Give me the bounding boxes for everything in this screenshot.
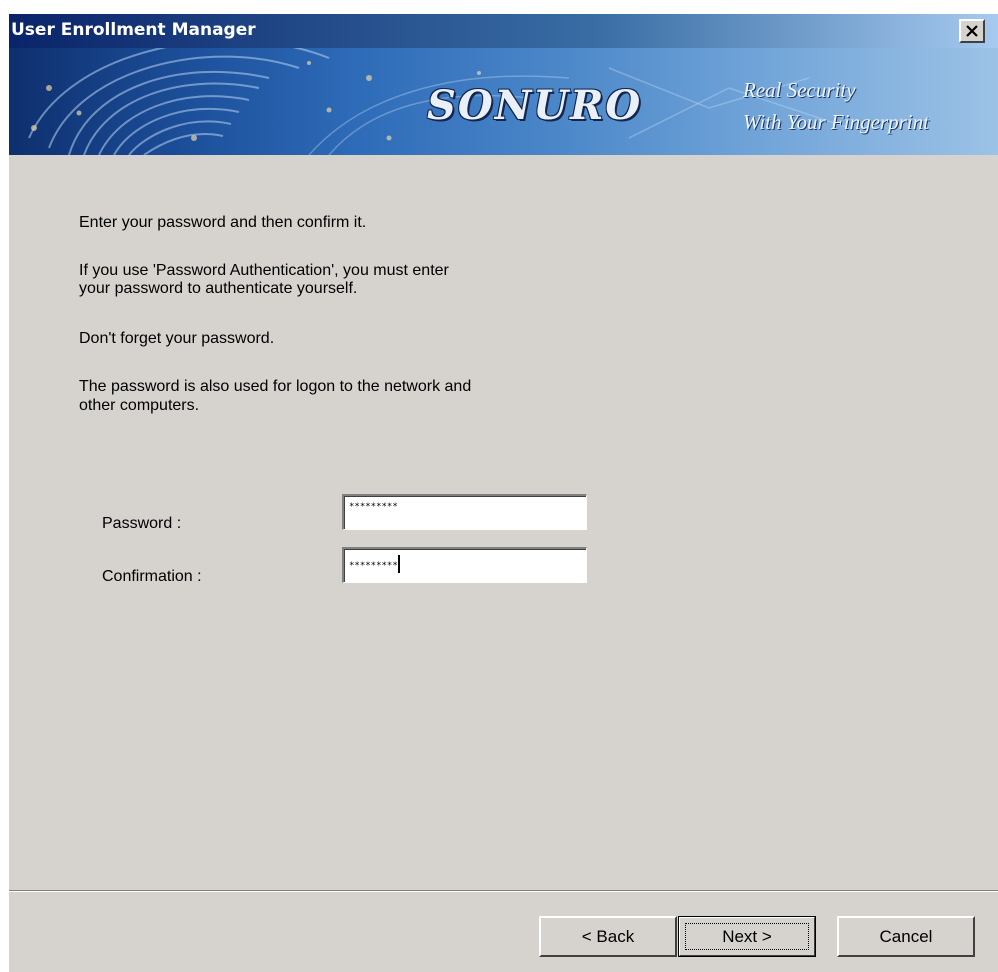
close-button[interactable] <box>959 19 985 43</box>
confirmation-label: Confirmation : <box>102 568 202 585</box>
instruction-enter-password: Enter your password and then confirm it. <box>79 214 367 231</box>
next-button[interactable]: Next > <box>678 916 816 957</box>
slogan-line-1: Real Security <box>743 78 856 102</box>
title-bar[interactable]: User Enrollment Manager <box>9 14 998 48</box>
text-caret <box>397 555 400 573</box>
slogan-line-2: With Your Fingerprint <box>743 110 929 134</box>
close-icon <box>966 25 978 37</box>
instruction-network-line-2: other computers. <box>79 397 200 414</box>
window-title: User Enrollment Manager <box>11 20 256 40</box>
confirmation-value: ********* <box>349 561 398 571</box>
back-button[interactable]: < Back <box>539 916 677 957</box>
enrollment-dialog: User Enrollment Manager SONURO Real Secu… <box>9 14 998 972</box>
instruction-dont-forget: Don't forget your password. <box>79 330 275 347</box>
instruction-auth-line-1: If you use 'Password Authentication', yo… <box>79 262 449 279</box>
cancel-button-label: Cancel <box>879 926 933 946</box>
next-button-label: Next > <box>722 926 772 946</box>
brand-banner: SONURO Real Security With Your Fingerpri… <box>9 48 998 155</box>
confirmation-field[interactable]: ********* <box>342 547 587 583</box>
instruction-auth-line-2: your password to authenticate yourself. <box>79 280 358 297</box>
cancel-button[interactable]: Cancel <box>837 916 975 957</box>
password-field[interactable]: ********* <box>342 494 587 530</box>
back-button-label: < Back <box>581 926 635 946</box>
password-label: Password : <box>102 515 182 532</box>
instruction-network-line-1: The password is also used for logon to t… <box>79 378 472 395</box>
password-value: ********* <box>349 502 398 512</box>
button-separator <box>9 890 998 892</box>
sonuro-logo: SONURO <box>427 82 643 129</box>
dialog-content: Enter your password and then confirm it.… <box>9 155 998 890</box>
